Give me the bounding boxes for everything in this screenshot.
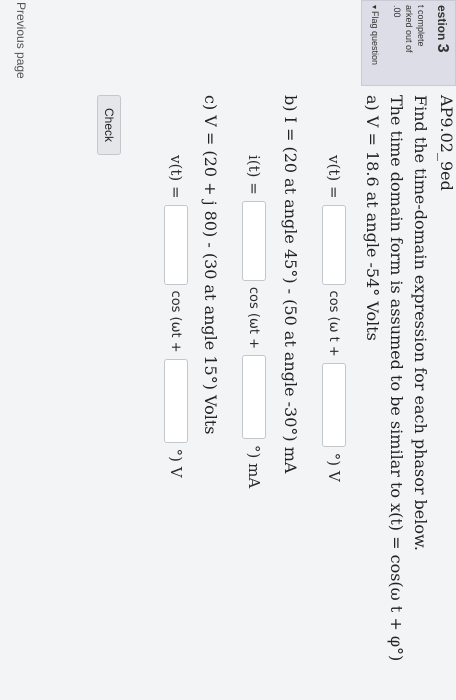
flag-icon: ▾ bbox=[369, 5, 379, 10]
quiz-page: estion 3 t complete arked out of .00 ▾Fl… bbox=[0, 0, 456, 700]
part-b-amplitude-input[interactable] bbox=[242, 200, 266, 281]
question-assumption: The time domain form is assumed to be si… bbox=[387, 95, 406, 662]
part-c-prompt: c) V = (20 + j 80) - (30 at angle 15°) V… bbox=[201, 95, 220, 435]
part-b-cos-text: cos (ωt + bbox=[246, 286, 262, 349]
marks-label: arked out of bbox=[404, 5, 415, 53]
part-a-prompt: a) V = 18.6 at angle -54° Volts bbox=[363, 95, 382, 341]
marks-value: .00 bbox=[392, 5, 403, 18]
part-a-amplitude-input[interactable] bbox=[322, 204, 346, 285]
check-button[interactable]: Check bbox=[97, 95, 121, 156]
part-a-phase-input[interactable] bbox=[322, 362, 346, 447]
part-c-amplitude-input[interactable] bbox=[164, 204, 188, 285]
question-id: AP9.02_9ed bbox=[437, 95, 456, 191]
part-a-answer-row: v(t) = cos (ω t + °) V bbox=[322, 155, 346, 482]
part-c-answer-row: v(t) = cos (ωt + °) V bbox=[164, 155, 188, 478]
part-c-unit: °) V bbox=[167, 448, 185, 478]
part-c-phase-input[interactable] bbox=[164, 358, 188, 443]
question-info-panel: estion 3 t complete arked out of .00 ▾Fl… bbox=[361, 0, 456, 86]
part-a-cos-text: cos (ω t + bbox=[326, 290, 342, 357]
part-a-unit: °) V bbox=[325, 452, 343, 482]
question-status: t complete bbox=[416, 5, 427, 47]
part-b-prompt: b) I = (20 at angle 45°) - (50 at angle … bbox=[281, 95, 300, 474]
flag-question-link[interactable]: ▾Flag question bbox=[368, 5, 381, 81]
question-instruction: Find the time-domain expression for each… bbox=[411, 95, 430, 551]
part-c-cos-text: cos (ωt + bbox=[168, 290, 184, 353]
part-a-answer-label: v(t) = bbox=[325, 155, 343, 199]
part-b-unit: °) mA bbox=[245, 444, 263, 489]
part-b-answer-row: i(t) = cos (ωt + °) mA bbox=[242, 155, 266, 488]
part-b-answer-label: i(t) = bbox=[245, 155, 263, 195]
part-c-answer-label: v(t) = bbox=[167, 155, 185, 199]
question-number: estion 3 bbox=[434, 5, 451, 53]
previous-page-link[interactable]: Previous page bbox=[14, 2, 28, 79]
part-b-phase-input[interactable] bbox=[242, 354, 266, 439]
